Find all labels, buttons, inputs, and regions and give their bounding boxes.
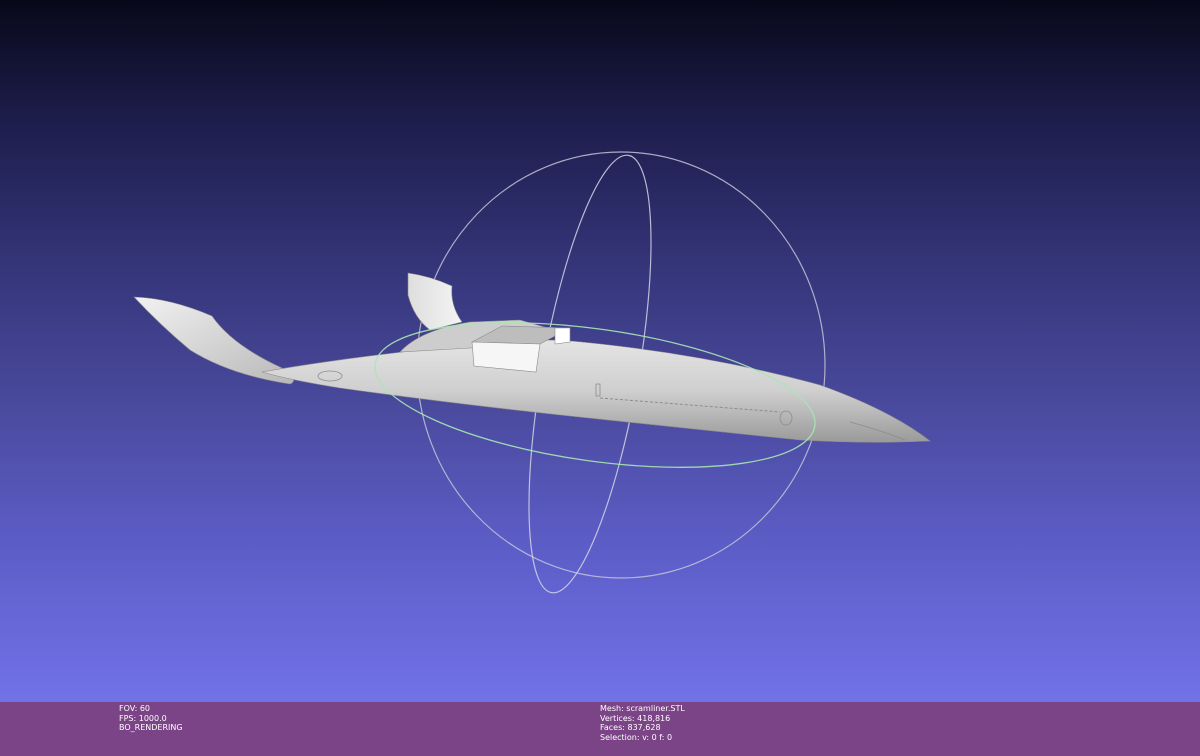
render-info: FOV: 60 FPS: 1000.0 BO_RENDERING (119, 704, 183, 733)
scene-canvas[interactable] (0, 0, 1200, 702)
faces-readout: Faces: 837,628 (600, 723, 661, 733)
mesh-engine-box-side (554, 327, 571, 345)
selection-readout: Selection: v: 0 f: 0 (600, 732, 673, 742)
mesh-name-readout: Mesh: scramliner.STL (600, 704, 685, 713)
mesh-tail-fin (407, 272, 463, 331)
vertices-readout: Vertices: 418,816 (600, 713, 671, 723)
status-bar: FOV: 60 FPS: 1000.0 BO_RENDERING Mesh: s… (0, 702, 1200, 756)
fps-readout: FPS: 1000.0 (119, 713, 167, 723)
fov-readout: FOV: 60 (119, 704, 150, 713)
render-mode-readout: BO_RENDERING (119, 723, 183, 733)
3d-viewport[interactable] (0, 0, 1200, 702)
mesh-model[interactable] (133, 272, 931, 443)
mesh-info: Mesh: scramliner.STL Vertices: 418,816 F… (600, 704, 685, 742)
